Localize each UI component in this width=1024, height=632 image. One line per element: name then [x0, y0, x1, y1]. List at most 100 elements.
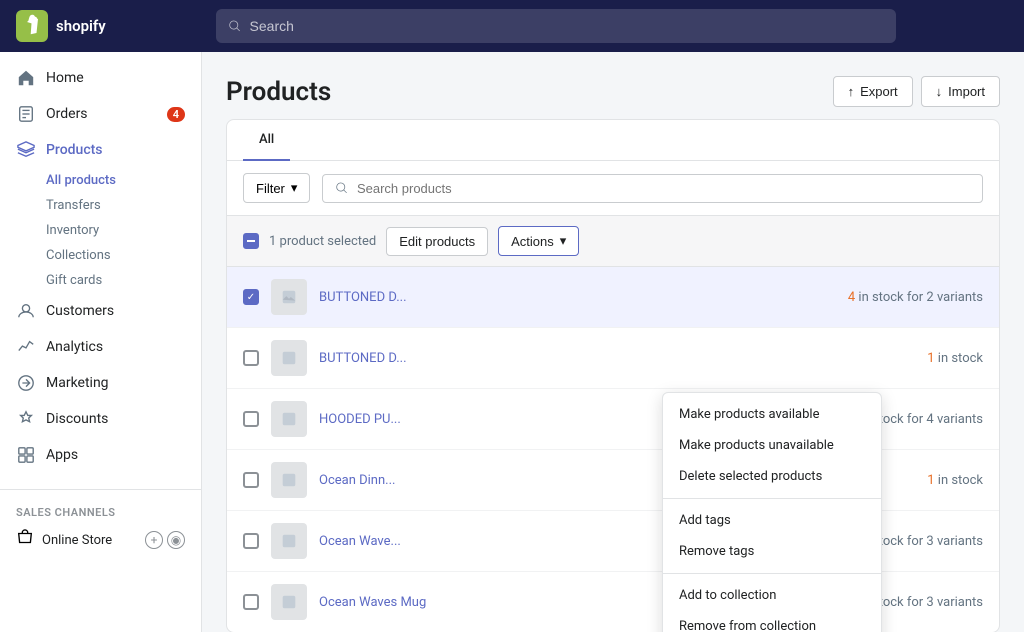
- sidebar-analytics-label: Analytics: [46, 339, 103, 355]
- sidebar-products-label: Products: [46, 142, 103, 158]
- sidebar-item-discounts[interactable]: Discounts: [0, 401, 201, 437]
- sales-channels-label: SALES CHANNELS: [0, 498, 201, 523]
- filter-row: Filter ▾: [227, 161, 999, 216]
- table-row: Ocean Wave... 30 in stock for 3 variants: [227, 511, 999, 572]
- sidebar-customers-label: Customers: [46, 303, 114, 319]
- product-thumb-2: [271, 340, 307, 376]
- table-row: Ocean Dinn... 1 in stock: [227, 450, 999, 511]
- dropdown-group-availability: Make products available Make products un…: [663, 393, 881, 498]
- customers-icon: [16, 301, 36, 321]
- row-checkbox-1[interactable]: [243, 289, 259, 305]
- export-icon: ↑: [848, 84, 855, 99]
- products-card: All Filter ▾ 1 product selected: [226, 119, 1000, 632]
- filter-button[interactable]: Filter ▾: [243, 173, 310, 203]
- dropdown-item-delete[interactable]: Delete selected products: [663, 461, 881, 492]
- deselect-all-button[interactable]: [243, 233, 259, 249]
- sidebar-item-transfers[interactable]: Transfers: [46, 193, 201, 218]
- export-button[interactable]: ↑ Export: [833, 76, 913, 107]
- dropdown-item-remove-tags[interactable]: Remove tags: [663, 536, 881, 567]
- stock-info-4: 1 in stock: [927, 473, 983, 488]
- sidebar-divider: [0, 489, 201, 490]
- table-row: Ocean Waves Mug 13 in stock for 3 varian…: [227, 572, 999, 632]
- product-thumb-4: [271, 462, 307, 498]
- home-icon: [16, 68, 36, 88]
- edit-products-label: Edit products: [399, 234, 475, 249]
- stock-info-1: 4 in stock for 2 variants: [848, 290, 983, 305]
- search-input[interactable]: [250, 18, 884, 34]
- sidebar-item-online-store[interactable]: Online Store + ◉: [0, 523, 201, 557]
- stock-info-2: 1 in stock: [927, 351, 983, 366]
- dropdown-item-add-collection[interactable]: Add to collection: [663, 580, 881, 611]
- row-checkbox-3[interactable]: [243, 411, 259, 427]
- row-checkbox-5[interactable]: [243, 533, 259, 549]
- row-checkbox-4[interactable]: [243, 472, 259, 488]
- sidebar-item-analytics[interactable]: Analytics: [0, 329, 201, 365]
- product-name-1[interactable]: BUTTONED D...: [319, 290, 836, 305]
- import-button[interactable]: ↓ Import: [921, 76, 1000, 107]
- search-icon: [228, 19, 242, 33]
- product-name-2[interactable]: BUTTONED D...: [319, 351, 915, 366]
- sidebar-item-gift-cards[interactable]: Gift cards: [46, 268, 201, 293]
- actions-button[interactable]: Actions ▾: [498, 226, 579, 256]
- import-label: Import: [948, 84, 985, 99]
- actions-label: Actions: [511, 234, 554, 249]
- orders-icon: [16, 104, 36, 124]
- selection-bar: 1 product selected Edit products Actions…: [227, 216, 999, 267]
- table-row: HOODED PU... 10 in stock for 4 variants: [227, 389, 999, 450]
- sidebar-item-orders[interactable]: Orders 4: [0, 96, 201, 132]
- dropdown-item-add-tags[interactable]: Add tags: [663, 505, 881, 536]
- filter-label: Filter: [256, 181, 285, 196]
- channel-icons: + ◉: [145, 531, 185, 549]
- header-actions: ↑ Export ↓ Import: [833, 76, 1000, 107]
- shopify-logo-icon: [16, 10, 48, 42]
- product-thumb-3: [271, 401, 307, 437]
- view-channel-button[interactable]: ◉: [167, 531, 185, 549]
- marketing-icon: [16, 373, 36, 393]
- dropdown-item-make-unavailable[interactable]: Make products unavailable: [663, 430, 881, 461]
- sidebar-item-home[interactable]: Home: [0, 60, 201, 96]
- top-navigation: shopify: [0, 0, 1024, 52]
- actions-dropdown-menu: Make products available Make products un…: [662, 392, 882, 632]
- logo-text: shopify: [56, 17, 106, 35]
- search-bar[interactable]: [216, 9, 896, 43]
- row-checkbox-2[interactable]: [243, 350, 259, 366]
- sidebar-item-products[interactable]: Products: [0, 132, 201, 168]
- sidebar-item-all-products[interactable]: All products: [46, 168, 201, 193]
- sidebar: Home Orders 4 Products All products Tran…: [0, 52, 202, 632]
- sidebar-orders-label: Orders: [46, 106, 88, 122]
- actions-dropdown: Make products available Make products un…: [662, 392, 882, 632]
- online-store-label: Online Store: [42, 533, 137, 548]
- sidebar-marketing-label: Marketing: [46, 375, 109, 391]
- export-label: Export: [860, 84, 898, 99]
- product-search-input[interactable]: [357, 181, 970, 196]
- product-thumb-5: [271, 523, 307, 559]
- tabs-row: All: [227, 120, 999, 161]
- sidebar-apps-label: Apps: [46, 447, 78, 463]
- dropdown-item-remove-collection[interactable]: Remove from collection: [663, 611, 881, 632]
- sidebar-item-customers[interactable]: Customers: [0, 293, 201, 329]
- row-checkbox-6[interactable]: [243, 594, 259, 610]
- online-store-icon: [16, 529, 34, 551]
- dropdown-item-make-available[interactable]: Make products available: [663, 399, 881, 430]
- main-content: Products ↑ Export ↓ Import All Filte: [202, 52, 1024, 632]
- add-channel-button[interactable]: +: [145, 531, 163, 549]
- selected-count-label: 1 product selected: [269, 234, 376, 249]
- actions-chevron-icon: ▾: [560, 233, 567, 249]
- product-search-icon: [335, 181, 349, 195]
- main-layout: Home Orders 4 Products All products Tran…: [0, 52, 1024, 632]
- stock-highlight-2: 1: [927, 351, 934, 366]
- dropdown-group-tags: Add tags Remove tags: [663, 498, 881, 573]
- sidebar-item-inventory[interactable]: Inventory: [46, 218, 201, 243]
- stock-highlight-1: 4: [848, 290, 855, 305]
- analytics-icon: [16, 337, 36, 357]
- sidebar-item-marketing[interactable]: Marketing: [0, 365, 201, 401]
- sidebar-home-label: Home: [46, 70, 84, 86]
- sidebar-section-main: Home Orders 4 Products All products Tran…: [0, 52, 201, 481]
- product-search-wrap[interactable]: [322, 174, 983, 203]
- product-thumb-6: [271, 584, 307, 620]
- tab-all[interactable]: All: [243, 120, 290, 161]
- sidebar-item-collections[interactable]: Collections: [46, 243, 201, 268]
- orders-badge: 4: [167, 107, 185, 122]
- sidebar-item-apps[interactable]: Apps: [0, 437, 201, 473]
- edit-products-button[interactable]: Edit products: [386, 227, 488, 256]
